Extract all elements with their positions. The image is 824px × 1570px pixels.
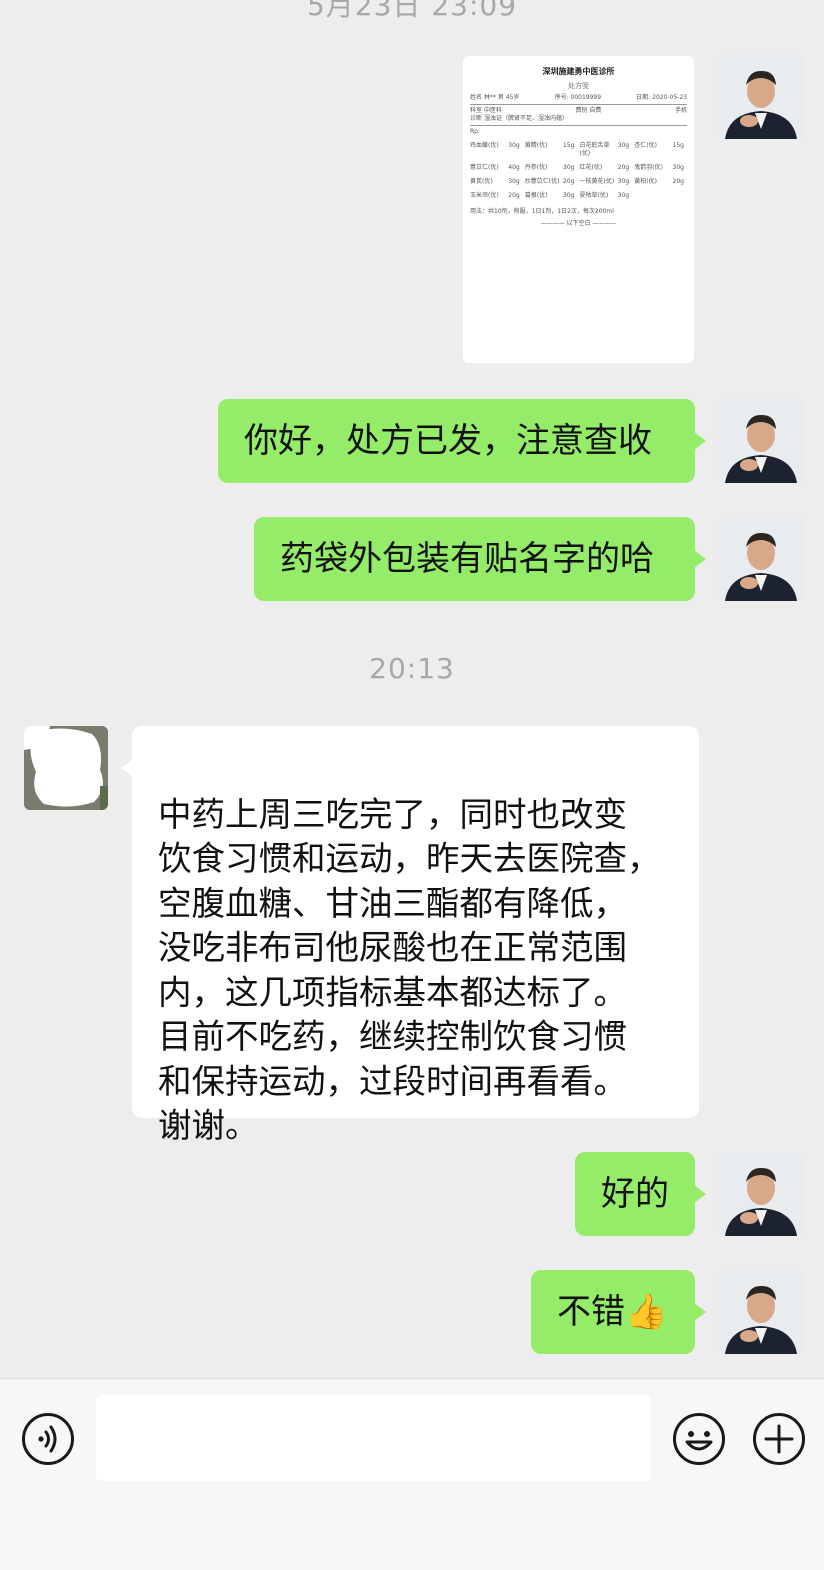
input-bar — [0, 1378, 824, 1570]
herb-item: 黄芪(优) 30g — [470, 178, 520, 185]
message-bubble[interactable]: 不错👍 — [531, 1270, 695, 1354]
message-bubble[interactable]: 好的 — [575, 1152, 695, 1236]
herb-item: 黄柏(优) 20g — [634, 178, 684, 185]
herb-item: 丹参(优) 30g — [524, 164, 575, 171]
herb-item: 一枝黄花(优) 30g — [579, 178, 630, 185]
diagnosis-row: 诊断 湿浊证（脾肾不足、湿浊内蕴） — [470, 115, 568, 122]
herb-item — [634, 192, 687, 200]
herb-item: 红花(优) 20g — [579, 164, 630, 171]
bubble-tail — [694, 550, 706, 568]
usage-line: 用法：共10剂，煎服，1日1剂，1日2次，每次200ml — [470, 208, 614, 215]
prescription-title: 处方笺 — [568, 82, 589, 90]
herb-item: 白花蛇舌草(优) 30g — [579, 142, 630, 157]
herb-item: 夏枯草(优) 30g — [579, 192, 630, 199]
clinic-name: 深圳施建勇中医诊所 — [542, 67, 615, 76]
herb-grid: 鸡血藤(优) 30g 黄精(优) 15g 白花蛇舌草(优) 30g 杏仁(优) 15g … — [470, 142, 687, 200]
avatar[interactable] — [719, 399, 803, 483]
end-line: ———— 以下空白 ———— — [540, 220, 617, 227]
bubble-tail — [694, 432, 706, 450]
plus-icon[interactable] — [752, 1412, 806, 1466]
prescription-image[interactable]: 深圳施建勇中医诊所 处方笺 姓名 林** 男 45岁 序号: 00019999 … — [463, 56, 694, 363]
message-bubble[interactable]: 中药上周三吃完了，同时也改变 饮食习惯和运动，昨天去医院查， 空腹血糖、甘油三酯… — [132, 726, 699, 1145]
message-bubble[interactable]: 药袋外包装有贴名字的哈 — [254, 517, 695, 601]
patient-row: 姓名 林** 男 45岁 序号: 00019999 日期: 2020-05-23 — [470, 94, 687, 101]
avatar[interactable] — [719, 1270, 803, 1354]
herb-item: 鬼箭羽(优) 30g — [634, 164, 684, 171]
message-text: 中药上周三吃完了，同时也改变 饮食习惯和运动，昨天去医院查， 空腹血糖、甘油三酯… — [158, 794, 661, 1146]
message-text: 好的 — [601, 1174, 669, 1214]
avatar[interactable] — [719, 517, 803, 601]
message-bubble[interactable]: 你好，处方已发，注意查收 — [218, 399, 695, 483]
herb-item: 炒薏苡仁(优) 20g — [524, 178, 575, 185]
herb-item: 鸡血藤(优) 30g — [470, 142, 520, 149]
message-text: 药袋外包装有贴名字的哈 — [280, 539, 654, 579]
herb-item: 薏苡仁(优) 40g — [470, 164, 520, 171]
herb-item: 葛根(优) 30g — [524, 192, 575, 199]
message-input[interactable] — [96, 1395, 651, 1481]
voice-icon[interactable] — [21, 1412, 75, 1466]
herb-item: 玉米须(优) 20g — [470, 192, 520, 199]
herb-item: 黄精(优) 15g — [524, 142, 575, 149]
message-text: 你好，处方已发，注意查收 — [244, 421, 652, 461]
dept-row: 科室 中医科 费别 自费 手机 — [470, 107, 687, 114]
timestamp-top: 5月23日 23:09 — [306, 0, 518, 22]
timestamp-middle: 20:13 — [369, 652, 455, 685]
avatar[interactable] — [719, 1152, 803, 1236]
avatar-masked[interactable] — [24, 726, 108, 810]
herb-item: 杏仁(优) 15g — [634, 142, 684, 149]
emoji-icon[interactable] — [672, 1412, 726, 1466]
message-text: 不错👍 — [557, 1292, 668, 1332]
avatar[interactable] — [719, 55, 803, 139]
bubble-tail — [694, 1303, 706, 1321]
rp-label: Rp: — [470, 128, 480, 135]
bubble-tail — [694, 1185, 706, 1203]
